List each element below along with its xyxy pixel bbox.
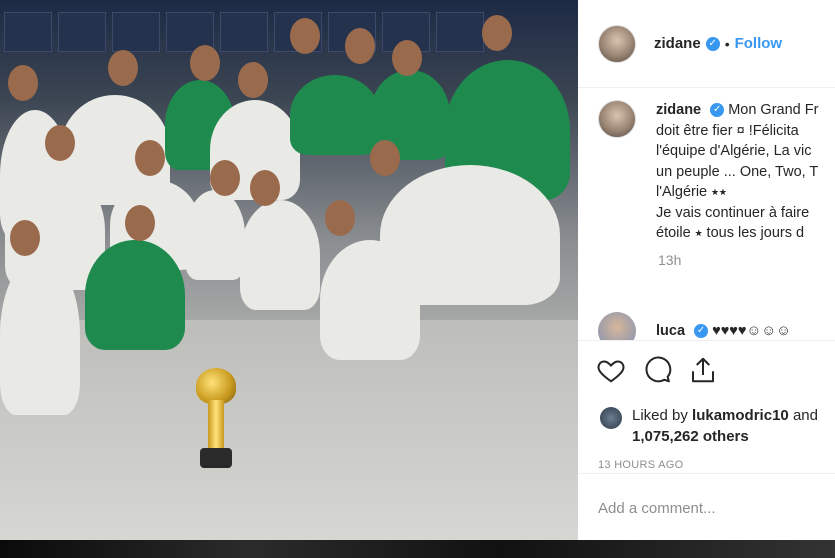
player-head [392, 40, 422, 76]
post-photo[interactable] [0, 0, 578, 540]
post-timestamp[interactable]: 13 HOURS AGO [578, 447, 835, 471]
trophy [196, 368, 236, 404]
player [290, 75, 380, 155]
author-username[interactable]: zidane [654, 35, 701, 52]
player-head [190, 45, 220, 81]
reply-text: luca ✓ ♥♥♥♥☺☺☺ [656, 321, 791, 342]
player-head [210, 160, 240, 196]
reply-author[interactable]: luca [656, 323, 685, 339]
bottom-strip [0, 540, 835, 558]
caption-time[interactable]: 13h [658, 252, 835, 268]
trophy-base [200, 448, 232, 468]
player-head [135, 140, 165, 176]
likes-prefix: Liked by [632, 407, 688, 424]
caption-line: doit être fier [656, 122, 733, 139]
caption-author-avatar[interactable] [598, 100, 636, 138]
add-comment-input[interactable]: Add a comment... [578, 473, 835, 517]
player-head [250, 170, 280, 206]
verified-icon: ✓ [710, 103, 725, 118]
floor [0, 320, 578, 540]
likes-text: Liked by lukamodric10 and 1,075,262 othe… [632, 405, 818, 447]
verified-icon: ✓ [694, 323, 709, 338]
player-head [108, 50, 138, 86]
post-header: zidane ✓ • Follow [578, 0, 835, 88]
follow-button[interactable]: Follow [735, 35, 783, 52]
player-head [10, 220, 40, 256]
player-head [325, 200, 355, 236]
likes-summary: Liked by lukamodric10 and 1,075,262 othe… [578, 385, 835, 447]
trophy-stem [208, 400, 224, 450]
verified-icon: ✓ [705, 36, 720, 51]
post-side-panel: zidane ✓ • Follow zidane ✓ Mon Grand Fr … [578, 0, 835, 540]
emoji-box: ¤ [736, 122, 745, 139]
comment-icon[interactable] [642, 355, 672, 385]
caption-block: zidane ✓ Mon Grand Fr doit être fier ¤ !… [598, 100, 835, 268]
player [85, 240, 185, 350]
player-head [45, 125, 75, 161]
player-head [8, 65, 38, 101]
caption-line: l'équipe d'Algérie, La vic [656, 143, 812, 159]
locker [436, 12, 484, 52]
player-head [482, 15, 512, 51]
player [320, 240, 420, 360]
locker [220, 12, 268, 52]
separator-dot: • [724, 35, 730, 52]
caption-line: l'Algérie ⭑⭑ [656, 184, 727, 200]
player-head [370, 140, 400, 176]
caption-comment: zidane ✓ Mon Grand Fr doit être fier ¤ !… [598, 100, 835, 244]
caption-line: étoile ⭑ tous les jours d [656, 225, 805, 241]
reply-emojis: ♥♥♥♥☺☺☺ [712, 322, 791, 339]
caption-line: !Félicita [748, 122, 799, 139]
player [185, 190, 245, 280]
locker [112, 12, 160, 52]
heart-icon[interactable] [596, 355, 626, 385]
caption-author[interactable]: zidane [656, 102, 701, 118]
player-head [125, 205, 155, 241]
locker [58, 12, 106, 52]
caption-line: Je vais continuer à faire [656, 204, 810, 221]
player [0, 255, 80, 415]
liker-avatar[interactable] [600, 407, 622, 429]
likes-suffix: and [792, 407, 818, 424]
liker-username[interactable]: lukamodric10 [692, 407, 789, 424]
author-avatar[interactable] [598, 24, 636, 63]
action-icons [578, 341, 835, 385]
player-head [290, 18, 320, 54]
caption-line: Mon Grand Fr [728, 102, 819, 118]
caption-line: un peuple ... One, Two, T [656, 163, 819, 180]
likes-count[interactable]: 1,075,262 others [632, 428, 749, 445]
player [240, 200, 320, 310]
player-head [345, 28, 375, 64]
locker [4, 12, 52, 52]
caption-text: zidane ✓ Mon Grand Fr doit être fier ¤ !… [656, 100, 818, 244]
player-head [238, 62, 268, 98]
share-icon[interactable] [688, 355, 718, 385]
post-actions: Liked by lukamodric10 and 1,075,262 othe… [578, 340, 835, 540]
